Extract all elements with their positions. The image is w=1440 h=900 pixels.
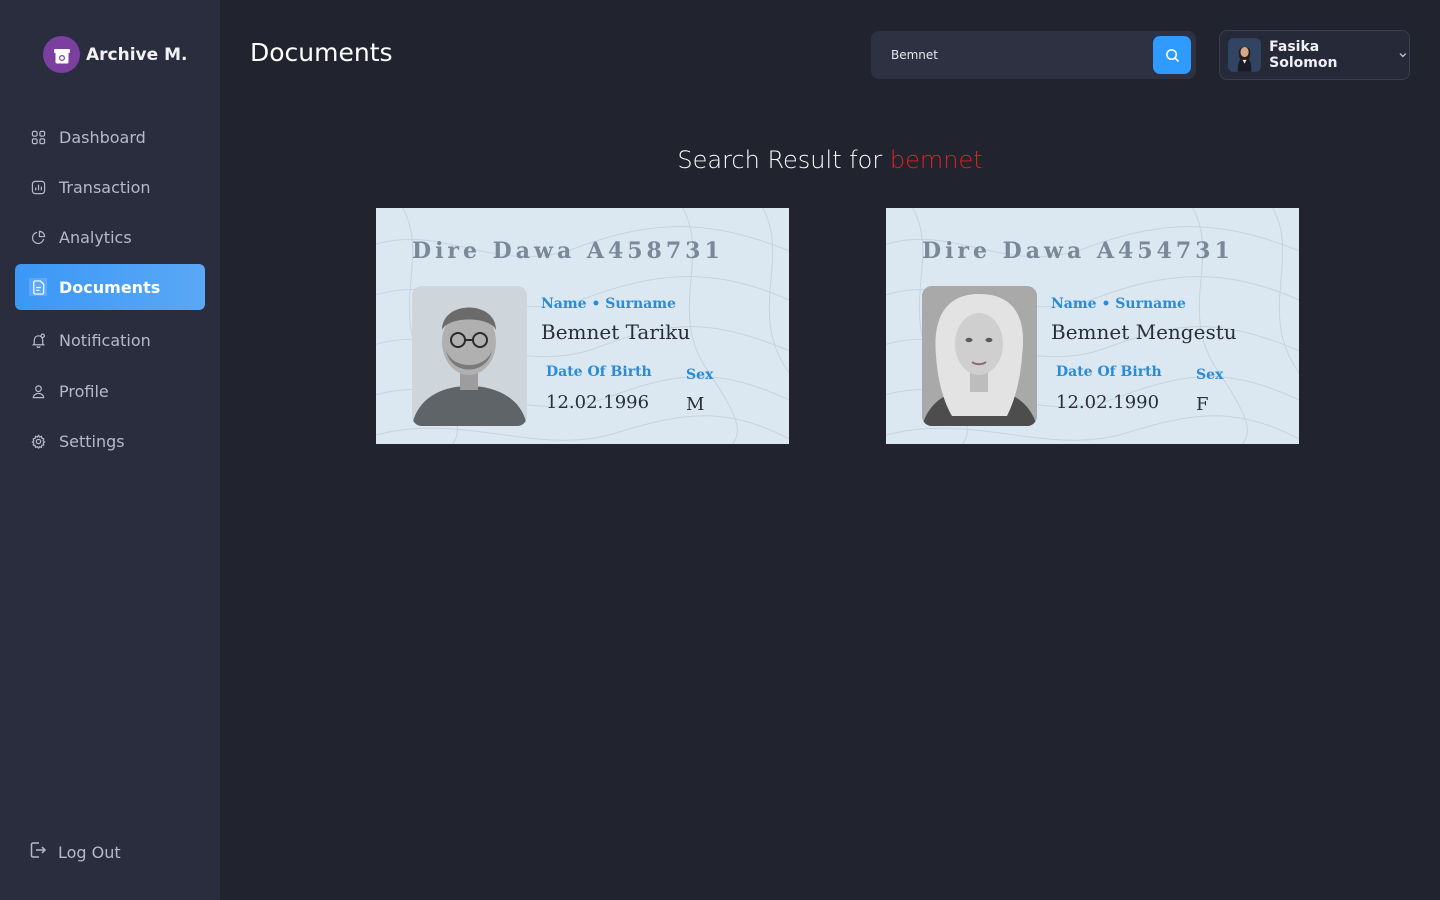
logout-label: Log Out <box>58 842 121 862</box>
portrait-photo <box>922 286 1037 426</box>
user-menu[interactable]: Fasika Solomon <box>1219 30 1410 80</box>
dob-label: Date Of Birth <box>546 364 652 380</box>
gear-icon <box>29 432 47 450</box>
logout-button[interactable]: Log Out <box>28 840 121 864</box>
pie-icon <box>29 228 47 246</box>
sex-value: M <box>686 394 705 415</box>
sidebar-item-label: Documents <box>59 277 161 297</box>
sidebar-item-label: Dashboard <box>59 127 146 147</box>
name-label: Name • Surname <box>541 296 676 312</box>
search-box <box>871 31 1196 79</box>
user-name: Fasika Solomon <box>1269 39 1338 71</box>
document-icon <box>29 278 47 296</box>
sidebar-item-label: Analytics <box>59 227 132 247</box>
grid-icon <box>29 128 47 146</box>
dob-value: 12.02.1996 <box>546 392 650 413</box>
name-value: Bemnet Tariku <box>541 320 691 344</box>
sidebar-item-settings[interactable]: Settings <box>15 418 205 464</box>
chevron-down-icon <box>1399 53 1407 58</box>
name-value: Bemnet Mengestu <box>1051 320 1237 344</box>
sex-value: F <box>1196 394 1209 415</box>
sidebar-item-documents[interactable]: Documents <box>15 264 205 310</box>
name-label: Name • Surname <box>1051 296 1186 312</box>
card-title: Dire Dawa A458731 <box>412 238 724 264</box>
sidebar-item-label: Notification <box>59 330 151 350</box>
logout-icon <box>28 840 48 864</box>
chart-icon <box>29 178 47 196</box>
sidebar-item-analytics[interactable]: Analytics <box>15 214 205 260</box>
dob-label: Date Of Birth <box>1056 364 1162 380</box>
avatar <box>1228 38 1262 72</box>
id-card[interactable]: Dire Dawa A458731 Name • Surname Bemnet … <box>376 208 789 444</box>
search-query: bemnet <box>889 146 983 174</box>
search-icon <box>1165 48 1179 62</box>
sidebar-item-label: Settings <box>59 431 125 451</box>
search-result-prefix: Search Result for <box>677 146 890 174</box>
search-input[interactable] <box>881 31 1151 79</box>
page-title: Documents <box>250 38 393 67</box>
brand-name: Archive M. <box>86 44 188 65</box>
sidebar-item-label: Transaction <box>59 177 151 197</box>
dob-value: 12.02.1990 <box>1056 392 1160 413</box>
portrait-photo <box>412 286 527 426</box>
card-title: Dire Dawa A454731 <box>922 238 1234 264</box>
search-button[interactable] <box>1153 36 1191 74</box>
sex-label: Sex <box>1196 367 1224 383</box>
id-card[interactable]: Dire Dawa A454731 Name • Surname Bemnet … <box>886 208 1299 444</box>
search-result-heading: Search Result for bemnet <box>0 146 1440 174</box>
archive-box-icon <box>43 36 80 73</box>
sidebar-item-profile[interactable]: Profile <box>15 368 205 414</box>
bell-icon <box>29 331 47 349</box>
user-icon <box>29 382 47 400</box>
sidebar: Archive M. Dashboard Transaction Analyti… <box>0 0 220 900</box>
brand[interactable]: Archive M. <box>43 36 187 73</box>
sidebar-item-notification[interactable]: Notification <box>15 317 205 363</box>
sex-label: Sex <box>686 367 714 383</box>
sidebar-item-label: Profile <box>59 381 109 401</box>
